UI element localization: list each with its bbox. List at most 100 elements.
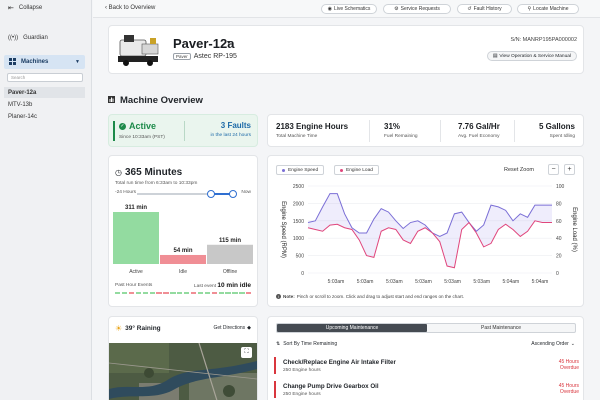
chart-note: Pinch or scroll to zoom. Click and drag … [296,294,465,299]
chevron-left-icon: ‹ [105,5,107,11]
sidebar-item-machine-2[interactable]: Planer-14c [4,111,85,122]
event-segment [128,292,135,294]
info-icon: i [276,294,281,299]
serial-number: S/N: MANRP195PA000002 [510,37,577,43]
runtime-bar-offline[interactable] [207,244,253,264]
chart-note-prefix: Note: [283,294,295,299]
event-segment [163,292,169,294]
faults-value[interactable]: 3 Faults [210,121,251,130]
fault-history-button[interactable]: ↺ Fault History [457,4,512,14]
y2-axis-label: Engine Load (%) [571,207,577,252]
back-to-overview-link[interactable]: ‹ Back to Overview [105,5,155,11]
order-label: Ascending Order [531,341,569,347]
machine-search-input[interactable]: Search [7,73,83,82]
machine-header-card: Paver-12a ▾ Paver Astec RP-195 S/N: MANR… [108,25,584,74]
runtime-bar-label: Active [129,269,143,275]
engine-hours-value: 2183 Engine Hours [276,122,349,131]
faults-sub: in the last 24 hours [210,133,251,138]
history-icon: ↺ [467,6,472,12]
runtime-bar-label: Idle [179,269,187,275]
maintenance-item[interactable]: Check/Replace Engine Air Intake Filter 2… [274,357,579,375]
chevron-down-icon: ⌄ [570,341,575,347]
machine-type-tag: Paver [173,53,191,60]
status-card: ✓ Active Since 10:33am (PST) 3 Faults in… [108,114,258,147]
fuel-remaining-label: Fuel Remaining [384,134,418,139]
sidebar-item-machine-0[interactable]: Paver-12a [4,87,85,98]
navigate-icon: ◆ [247,325,251,331]
sidebar-item-guardian[interactable]: ((•)) Guardian [8,35,48,41]
event-segment [239,292,245,294]
engine-chart-card: Engine Speed Engine Load Reset Zoom − + … [267,155,584,307]
event-segment [204,292,211,294]
y-axis-label: Engine Speed (RPM) [280,201,286,258]
fullscreen-icon[interactable]: ⛶ [241,347,252,358]
y-tick-label: 0 [301,271,304,277]
runtime-bar-value: 54 min [173,248,192,254]
maintenance-item[interactable]: Change Pump Drive Gearbox Oil 250 Engine… [274,381,579,399]
event-segment [149,292,155,294]
x-tick-label: 5:03am [357,279,374,285]
sort-icon: ⇅ [276,341,281,347]
runtime-bar-label: Offline [223,269,238,275]
signal-icon: ((•)) [8,35,19,41]
time-range-slider[interactable] [137,190,237,198]
engine-speed-legend-label: Engine Speed [288,167,319,173]
y2-tick-label: 40 [556,236,562,242]
range-end-handle[interactable] [229,190,237,198]
idle-fuel-value: 5 Gallons [538,122,575,131]
satellite-map[interactable]: ⛶ [109,343,257,400]
machine-dropdown-icon[interactable]: ▾ [227,39,230,46]
overview-icon [108,96,115,105]
locate-machine-button[interactable]: ⚲ Locate Machine [517,4,579,14]
engine-load-swatch [340,168,343,172]
event-segment [246,292,252,294]
sort-control[interactable]: ⇅ Sort By Time Remaining [276,341,337,347]
y2-tick-label: 60 [556,219,562,225]
get-directions-link[interactable]: Get Directions ◆ [213,325,251,331]
sidebar-machines-header[interactable]: Machines ▼ [4,55,85,69]
y-tick-label: 500 [296,254,305,260]
collapse-button[interactable]: ⇤ Collapse [8,4,42,12]
y-tick-label: 1000 [293,236,304,242]
machines-label: Machines [21,59,49,65]
manual-button[interactable]: ▤ View Operation & Service Manual [486,51,577,61]
tab-upcoming-maintenance[interactable]: Upcoming Maintenance [277,324,427,332]
reset-zoom-button[interactable]: Reset Zoom [504,167,534,173]
sidebar-item-machine-1[interactable]: MTV-13b [4,99,85,110]
event-segment [190,292,197,294]
zoom-out-button[interactable]: − [548,164,559,175]
runtime-bar-idle[interactable] [160,254,206,264]
legend-engine-load[interactable]: Engine Load [334,165,379,175]
x-tick-label: 5:04am [532,279,549,285]
weather-map-card: ☀ 39° Raining Get Directions ◆ ⛶ [108,316,258,400]
service-requests-button[interactable]: ⚙ Service Requests [383,4,451,14]
get-directions-label: Get Directions [213,325,246,331]
fuel-economy-value: 7.76 Gal/Hr [458,122,500,131]
sidebar: ⇤ Collapse ((•)) Guardian Machines ▼ Sea… [0,0,92,400]
maintenance-item-status: 45 Hours Overdue [559,383,579,395]
tab-past-maintenance[interactable]: Past Maintenance [427,324,575,332]
runtime-bar-chart: 311 min Active 54 min Idle 115 min Offline [113,205,253,275]
event-segment [184,292,190,294]
maintenance-tabs: Upcoming Maintenance Past Maintenance [276,323,576,333]
order-control[interactable]: Ascending Order ⌄ [531,341,575,347]
machine-image [114,30,164,70]
live-schematics-button[interactable]: ◉ Live Schematics [321,4,377,14]
runtime-bar-active[interactable] [113,212,159,264]
zoom-in-button[interactable]: + [564,164,575,175]
chevron-down-icon: ▼ [75,59,80,65]
book-icon: ▤ [492,53,498,59]
fuel-remaining-value: 31% [384,122,401,131]
legend-engine-speed[interactable]: Engine Speed [276,165,325,175]
event-segment [142,292,148,294]
runtime-sub: Total run time from 6:33am to 10:33pm [115,181,198,186]
runtime-value: 365 Minutes [124,167,183,178]
pin-icon: ⚲ [527,6,532,12]
range-start-handle[interactable] [206,190,215,198]
event-segment [115,292,121,294]
sun-icon: ☀ [115,324,123,333]
fault-history-label: Fault History [473,6,502,12]
engine-line-chart[interactable]: 0 500 1000 1500 2000 2500 0 20 40 60 80 100 5:03am 5:… [268,178,585,290]
x-tick-label: 5:03am [386,279,403,285]
event-segment [170,292,176,294]
